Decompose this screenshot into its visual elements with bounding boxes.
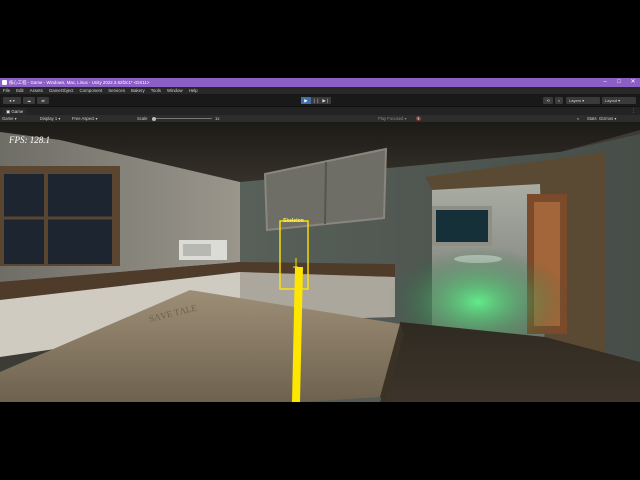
fps-counter: FPS: 128.1 xyxy=(9,135,50,145)
display-dropdown[interactable]: Display 1 ▾ xyxy=(40,115,61,122)
aspect-dropdown[interactable]: Free Aspect ▾ xyxy=(72,115,98,122)
pause-button[interactable]: ❘❘ xyxy=(311,97,321,104)
scale-slider-handle[interactable] xyxy=(152,116,156,121)
gizmos-dropdown[interactable]: Gizmos ▾ xyxy=(599,115,616,122)
layers-label: Layers xyxy=(569,98,582,103)
letterbox-top xyxy=(0,0,640,78)
scale-slider[interactable] xyxy=(152,118,212,119)
aspect-label: Free Aspect xyxy=(72,116,95,121)
layout-label: Layout xyxy=(605,98,618,103)
step-button[interactable]: ▶❘ xyxy=(321,97,331,104)
mode-label: Game xyxy=(2,116,14,121)
window-left xyxy=(0,166,120,266)
chevron-down-icon: ▾ xyxy=(582,98,585,103)
play-button[interactable]: ▶ xyxy=(301,97,311,104)
tab-game-label: Game xyxy=(11,109,24,114)
tab-menu-icon[interactable]: ⋮ xyxy=(631,107,636,115)
close-button[interactable]: ✕ xyxy=(626,78,640,87)
menu-services[interactable]: Services xyxy=(108,88,125,93)
account-button[interactable]: ● ▾ xyxy=(3,97,21,104)
search-icon[interactable]: ⌕ xyxy=(555,97,563,104)
tab-game[interactable]: ▣ Game xyxy=(2,108,28,115)
game-scene: SΛVE TΛLE xyxy=(0,122,640,402)
gamepad-icon: ▣ xyxy=(6,109,11,114)
game-view-toolbar: Game ▾ Display 1 ▾ Free Aspect ▾ Scale 1… xyxy=(0,115,640,122)
menu-assets[interactable]: Assets xyxy=(30,88,43,93)
layout-dropdown[interactable]: Layout ▾ xyxy=(602,97,636,104)
main-toolbar: ● ▾ ☁ ⇄ ▶ ❘❘ ▶❘ ⟲ ⌕ Layers ▾ Layout ▾ xyxy=(0,94,640,107)
display-label: Display 1 xyxy=(40,116,58,121)
menu-window[interactable]: Window xyxy=(167,88,183,93)
menu-file[interactable]: File xyxy=(3,88,10,93)
menu-bakery[interactable]: Bakery xyxy=(131,88,145,93)
minimize-button[interactable]: – xyxy=(598,78,612,87)
gizmos-label: Gizmos xyxy=(599,116,614,121)
account-icon: ● xyxy=(9,98,12,103)
play-controls: ▶ ❘❘ ▶❘ xyxy=(301,97,331,104)
unity-editor-window: 核心工程 - Game - Windows, Mac, Linux - Unit… xyxy=(0,78,640,402)
title-bar: 核心工程 - Game - Windows, Mac, Linux - Unit… xyxy=(0,78,640,87)
scale-value: 1x xyxy=(215,116,220,121)
game-viewport[interactable]: SΛVE TΛLE FPS: 128.1 Skeleton xyxy=(0,122,640,402)
menu-help[interactable]: Help xyxy=(189,88,198,93)
tab-bar: ▣ Game ⋮ xyxy=(0,107,640,115)
unity-logo-icon xyxy=(2,80,7,85)
mute-audio-icon[interactable]: 🔇 xyxy=(416,115,421,122)
history-icon[interactable]: ⟲ xyxy=(543,97,553,104)
menu-bar: File Edit Assets GameObject Component Se… xyxy=(0,87,640,94)
play-focused-dropdown[interactable]: Play Focused ▾ xyxy=(378,115,407,122)
cloud-icon[interactable]: ☁ xyxy=(23,97,35,104)
play-focused-label: Play Focused xyxy=(378,116,404,121)
menu-tools[interactable]: Tools xyxy=(151,88,161,93)
maximize-button[interactable]: □ xyxy=(612,78,626,87)
window-controls: – □ ✕ xyxy=(598,78,640,87)
frame-debug-icon[interactable]: ◐ xyxy=(577,115,580,122)
layers-dropdown[interactable]: Layers ▾ xyxy=(566,97,600,104)
chevron-down-icon: ▾ xyxy=(618,98,621,103)
mode-dropdown[interactable]: Game ▾ xyxy=(2,115,17,122)
menu-component[interactable]: Component xyxy=(80,88,103,93)
window-title: 核心工程 - Game - Windows, Mac, Linux - Unit… xyxy=(9,79,150,85)
collab-icon[interactable]: ⇄ xyxy=(37,97,49,104)
target-label: Skeleton xyxy=(283,218,304,224)
menu-edit[interactable]: Edit xyxy=(16,88,24,93)
letterbox-bottom xyxy=(0,402,640,480)
window-back xyxy=(436,210,488,242)
menu-gameobject[interactable]: GameObject xyxy=(49,88,74,93)
scale-label: Scale xyxy=(137,116,148,121)
stats-toggle[interactable]: Stats xyxy=(587,115,597,122)
